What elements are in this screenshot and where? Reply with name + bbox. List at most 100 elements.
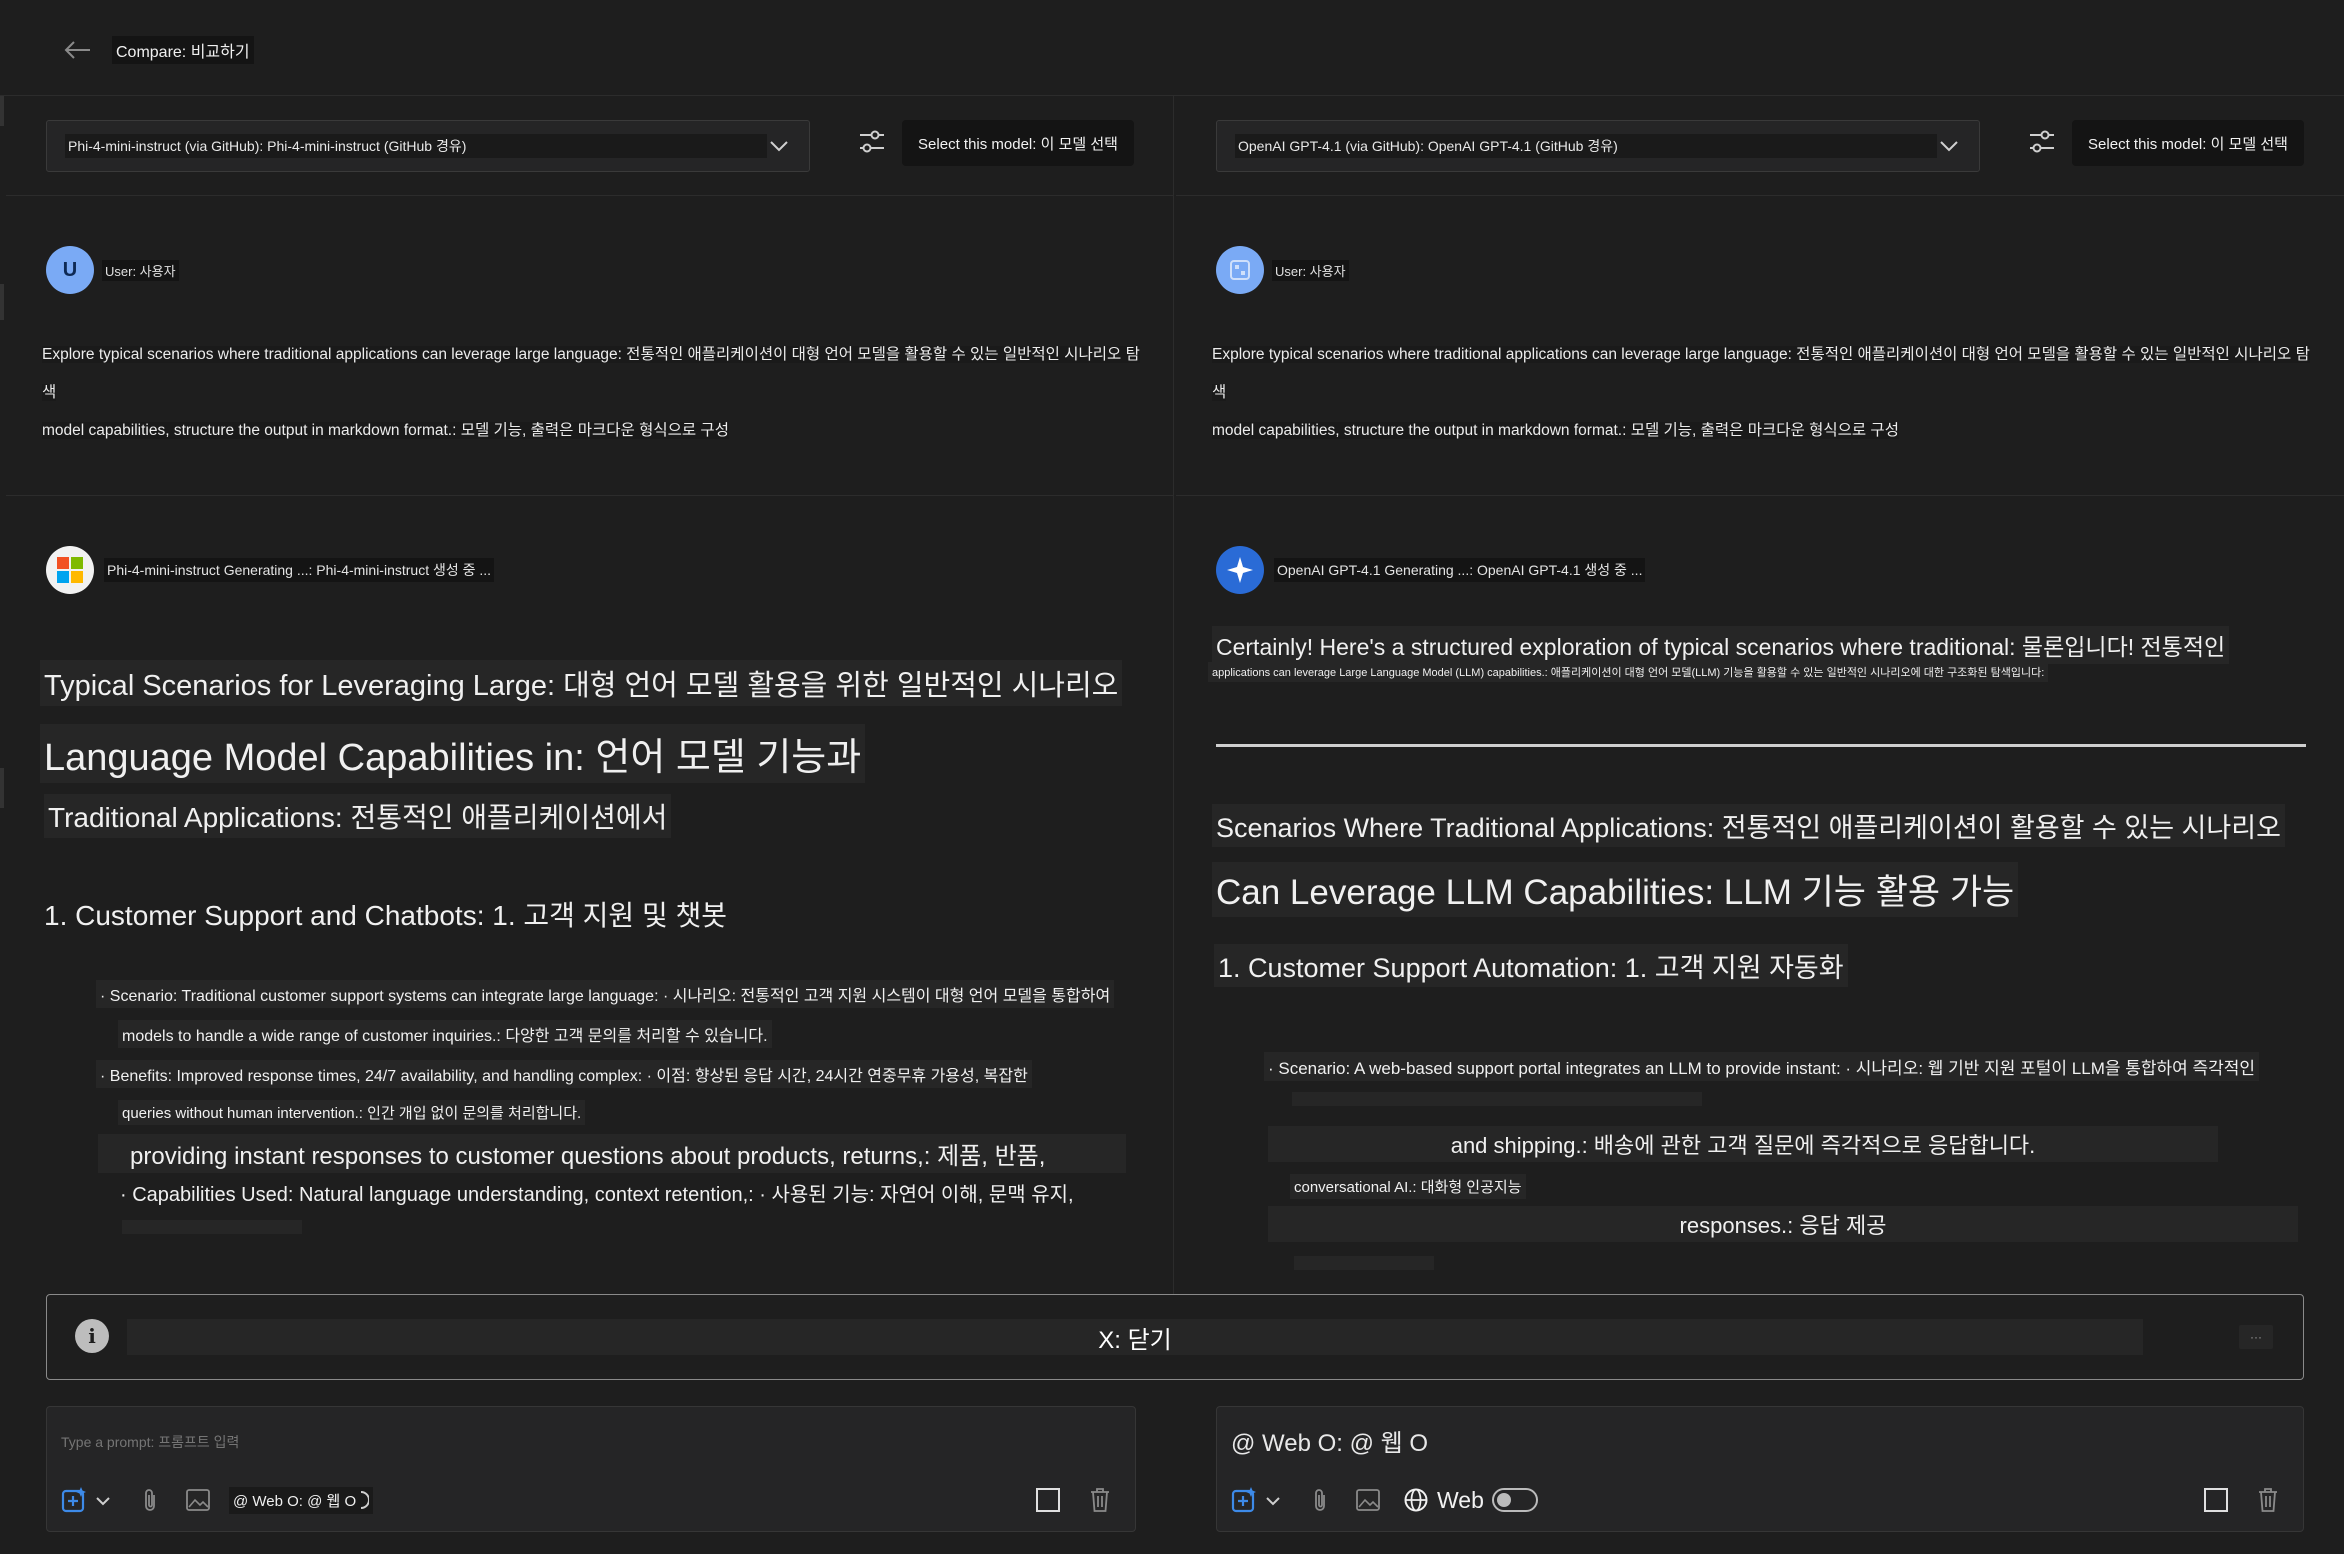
sparkle-add-icon — [61, 1487, 110, 1513]
sliders-icon — [860, 130, 884, 153]
model-row: OpenAI GPT-4.1 (via GitHub): OpenAI GPT-… — [1176, 96, 2344, 196]
image-button[interactable] — [181, 1483, 215, 1517]
prompt-line: model capabilities, structure the output… — [1212, 422, 1899, 439]
web-chip[interactable]: @ Web O: @ 웹 O — [229, 1486, 374, 1514]
assistant-response: OpenAI GPT-4.1 Generating ...: OpenAI GP… — [1176, 496, 2344, 1294]
stop-button[interactable] — [2199, 1483, 2233, 1517]
web-label: Web — [1437, 1486, 1484, 1513]
prompt-tools-button[interactable] — [59, 1483, 119, 1517]
user-prompt-text: Explore typical scenarios where traditio… — [1212, 336, 2322, 450]
assistant-response: Phi-4-mini-instruct Generating ...: Phi-… — [6, 496, 1173, 1294]
info-banner: i X: 닫기 ··· — [46, 1294, 2304, 1380]
prompt-composer-left: @ Web O: @ 웹 O — [46, 1406, 1136, 1532]
bullet-text: · Benefits: Improved response times, 24/… — [96, 1060, 1032, 1088]
select-model-button[interactable]: Select this model: 이 모델 선택 — [2072, 120, 2304, 166]
bullet-text: · Capabilities Used: Natural language un… — [120, 1184, 1074, 1206]
truncated-text — [1292, 1092, 1702, 1106]
top-bar: Compare: 비교하기 — [0, 0, 2344, 96]
paperclip-icon — [1315, 1489, 1325, 1511]
section-heading: 1. Customer Support and Chatbots: 1. 고객 … — [44, 900, 728, 931]
model-select[interactable]: Phi-4-mini-instruct (via GitHub): Phi-4-… — [46, 120, 810, 172]
attach-button[interactable] — [1303, 1483, 1337, 1517]
generating-status: OpenAI GPT-4.1 Generating ...: OpenAI GP… — [1274, 558, 1646, 582]
response-heading: Scenarios Where Traditional Applications… — [1212, 804, 2285, 847]
user-role-label: User: 사용자 — [102, 260, 179, 281]
attach-button[interactable] — [133, 1483, 167, 1517]
horizontal-rule — [1216, 744, 2306, 747]
compare-column-right: OpenAI GPT-4.1 (via GitHub): OpenAI GPT-… — [1176, 96, 2344, 1294]
user-prompt-text: Explore typical scenarios where traditio… — [42, 336, 1152, 450]
image-icon — [1356, 1489, 1380, 1511]
microsoft-logo-icon — [46, 546, 94, 594]
web-chip-label: @ Web O: @ 웹 O — [233, 1492, 357, 1510]
composer-actions — [1031, 1483, 1117, 1517]
user-message: U User: 사용자 Explore typical scenarios wh… — [6, 196, 1173, 496]
square-icon — [1036, 1488, 1060, 1512]
paperclip-icon — [145, 1489, 155, 1511]
response-heading: Typical Scenarios for Leveraging Large: … — [40, 660, 1123, 706]
avatar: U — [46, 246, 94, 294]
model-settings-button[interactable] — [854, 124, 890, 160]
user-role-label: User: 사용자 — [1272, 260, 1349, 281]
prompt-tools-button[interactable] — [1229, 1483, 1289, 1517]
prompt-composer-right: Web — [1216, 1406, 2304, 1532]
trash-icon — [1091, 1488, 1109, 1512]
banner-text: X: 닫기 — [1098, 1326, 1172, 1354]
truncated-text — [122, 1220, 302, 1234]
sparkle-add-icon — [1231, 1487, 1280, 1513]
compare-column-left: Phi-4-mini-instruct (via GitHub): Phi-4-… — [6, 96, 1174, 1294]
truncated-text — [1294, 1256, 1434, 1270]
prompt-input[interactable] — [1231, 1423, 2231, 1457]
response-heading: Language Model Capabilities in: 언어 모델 기능… — [40, 724, 866, 783]
response-text: Certainly! Here's a structured explorati… — [1212, 626, 2230, 664]
delete-button[interactable] — [1083, 1483, 1117, 1517]
response-heading: Can Leverage LLM Capabilities: LLM 기능 활용… — [1212, 862, 2019, 917]
bullet-text: models to handle a wide range of custome… — [118, 1020, 772, 1048]
stop-button[interactable] — [1031, 1483, 1065, 1517]
openai-logo-icon — [1216, 546, 1264, 594]
prompt-line: Explore typical scenarios where traditio… — [42, 346, 1140, 401]
model-row: Phi-4-mini-instruct (via GitHub): Phi-4-… — [6, 96, 1173, 196]
bullet-text: responses.: 응답 제공 — [1268, 1206, 2298, 1242]
banner-close-bar[interactable]: X: 닫기 — [127, 1319, 2143, 1355]
user-message: User: 사용자 Explore typical scenarios wher… — [1176, 196, 2344, 496]
prompt-input[interactable] — [61, 1429, 1061, 1455]
bullet-text: and shipping.: 배송에 관한 고객 질문에 즉각적으로 응답합니다… — [1268, 1126, 2218, 1162]
model-select-value: OpenAI GPT-4.1 (via GitHub): OpenAI GPT-… — [1235, 134, 1937, 158]
user-avatar-icon — [1230, 260, 1250, 280]
close-banner-button[interactable]: ··· — [2239, 1325, 2273, 1349]
response-text: applications can leverage Large Language… — [1208, 662, 2049, 682]
bullet-text: · Scenario: A web-based support portal i… — [1264, 1052, 2260, 1081]
image-icon — [186, 1489, 210, 1511]
composer-toolbar: @ Web O: @ 웹 O — [59, 1483, 374, 1517]
bullet-text: · Scenario: Traditional customer support… — [96, 980, 1115, 1008]
page-title: Compare: 비교하기 — [112, 36, 254, 64]
chevron-down-icon — [770, 141, 788, 152]
model-settings-button[interactable] — [2024, 124, 2060, 160]
chevron-down-icon — [1940, 141, 1958, 152]
composer-toolbar: Web — [1229, 1483, 1542, 1517]
bullet-text: queries without human intervention.: 인간 … — [118, 1100, 586, 1125]
prompt-line: Explore typical scenarios where traditio… — [1212, 346, 2310, 401]
composer-actions — [2199, 1483, 2285, 1517]
web-toggle-switch[interactable] — [1491, 1488, 1538, 1512]
response-header: Phi-4-mini-instruct Generating ...: Phi-… — [46, 546, 495, 594]
info-icon: i — [75, 1319, 109, 1353]
back-button[interactable] — [58, 30, 98, 70]
trash-icon — [2259, 1488, 2277, 1512]
select-model-button[interactable]: Select this model: 이 모델 선택 — [902, 120, 1134, 166]
delete-button[interactable] — [2251, 1483, 2285, 1517]
model-select[interactable]: OpenAI GPT-4.1 (via GitHub): OpenAI GPT-… — [1216, 120, 1980, 172]
model-select-value: Phi-4-mini-instruct (via GitHub): Phi-4-… — [65, 134, 767, 158]
image-button[interactable] — [1351, 1483, 1385, 1517]
avatar — [1216, 246, 1264, 294]
response-header: OpenAI GPT-4.1 Generating ...: OpenAI GP… — [1216, 546, 1646, 594]
globe-icon — [1404, 1488, 1428, 1512]
prompt-line: model capabilities, structure the output… — [42, 422, 729, 439]
section-heading: 1. Customer Support Automation: 1. 고객 지원… — [1214, 944, 1848, 987]
toggle-edge-icon — [361, 1491, 370, 1509]
web-search-toggle[interactable]: Web — [1399, 1484, 1542, 1517]
response-heading: Traditional Applications: 전통적인 애플리케이션에서 — [44, 794, 672, 838]
bullet-text: providing instant responses to customer … — [98, 1134, 1126, 1173]
generating-status: Phi-4-mini-instruct Generating ...: Phi-… — [104, 558, 495, 582]
